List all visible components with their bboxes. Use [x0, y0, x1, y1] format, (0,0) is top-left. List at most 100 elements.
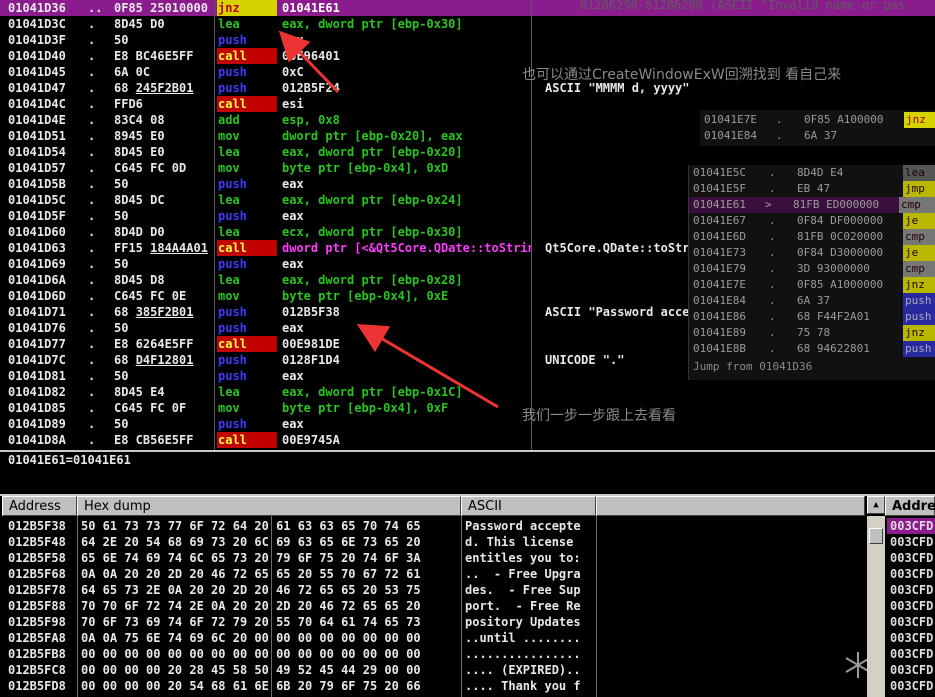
disasm-row[interactable]: 01041D60. 8D4D D0 lea ecx, dword ptr [ebp-0…	[0, 224, 532, 240]
stack-row[interactable]: 003CFD	[887, 598, 935, 614]
operand: 012B5F24	[282, 81, 340, 95]
disasm-row[interactable]: 01041D85. C645 FC 0F mov byte ptr [ebp-0x4]…	[0, 400, 532, 416]
disasm-row[interactable]: 01041D47. 68 245F2B01 push 012B5F24 ASCII "M…	[0, 80, 690, 96]
disasm-row[interactable]: 01041D57. C645 FC 0D mov byte ptr [ebp-0x4]…	[0, 160, 532, 176]
column-header-ascii[interactable]: ASCII	[461, 496, 596, 516]
stack-row[interactable]: 003CFD	[887, 646, 935, 662]
jump-marker: .	[88, 289, 96, 303]
overlay-marker: .	[769, 262, 776, 275]
instruction-address: 01041D63	[8, 241, 66, 255]
jump-marker: .	[88, 385, 96, 399]
disasm-row[interactable]: 01041D8A. E8 CB56E5FF call 00E9745A	[0, 432, 532, 448]
disasm-row[interactable]: 01041D5B. 50 push eax	[0, 176, 532, 192]
operand: dword ptr [ebp-0x20], eax	[282, 129, 463, 143]
mnemonic: push	[218, 81, 247, 95]
overlay-marker: .	[769, 166, 776, 179]
disasm-row[interactable]: 01041D89. 50 push eax	[0, 416, 532, 432]
stack-row[interactable]: 003CFD	[887, 518, 935, 534]
column-header-hex[interactable]: Hex dump	[77, 496, 461, 516]
dump-hex-bytes: 70 6F 73 69 74 6F 72 79 20 55 70 64 61 7…	[81, 615, 421, 629]
instruction-bytes: 50	[114, 321, 129, 335]
hex-dump-row[interactable]: 012B5F38 50 61 73 73 77 6F 72 64 20 61 63…	[0, 518, 596, 534]
instruction-address: 01041D6D	[8, 289, 66, 303]
mnemonic: jnz	[217, 0, 277, 16]
disasm-row[interactable]: 01041D77. E8 6264E5FF call 00E981DE	[0, 336, 532, 352]
hex-dump-row[interactable]: 012B5F58 65 6E 74 69 74 6C 65 73 20 79 6F…	[0, 550, 596, 566]
disasm-row[interactable]: 01041D69. 50 push eax	[0, 256, 532, 272]
operand: eax	[282, 417, 304, 431]
hex-dump-row[interactable]: 012B5FC8 00 00 00 00 20 28 45 58 50 49 52…	[0, 662, 596, 678]
stack-row[interactable]: 003CFD	[887, 582, 935, 598]
dump-address: 012B5F98	[8, 615, 66, 629]
hex-dump-pane[interactable]: Address Hex dump ASCII 012B5F38 50 61 73 …	[0, 496, 885, 697]
overlay-mnemonic: je	[903, 245, 935, 261]
overlay-address: 01041E61	[693, 198, 746, 211]
disasm-row[interactable]: 01041D51. 8945 E0 mov dword ptr [ebp-0x20],…	[0, 128, 532, 144]
overlay-row: 01041E89. 75 78 jnz	[693, 325, 935, 341]
disasm-row[interactable]: 01041D63. FF15 184A4A01 call dword ptr [<&Q…	[0, 240, 711, 256]
dump-address: 012B5FB8	[8, 647, 66, 661]
disasm-row[interactable]: 01041D76. 50 push eax	[0, 320, 532, 336]
hex-dump-row[interactable]: 012B5F98 70 6F 73 69 74 6F 72 79 20 55 70…	[0, 614, 596, 630]
hex-dump-row[interactable]: 012B5F68 0A 0A 20 20 2D 20 46 72 65 65 20…	[0, 566, 596, 582]
disasm-row[interactable]: 01041D5F. 50 push eax	[0, 208, 532, 224]
disasm-row[interactable]: 01041D7C. 68 D4F12801 push 0128F1D4 UNICODE …	[0, 352, 624, 368]
overlay-row: 01041E73. 0F84 D3000000 je	[693, 245, 935, 261]
mnemonic: lea	[218, 145, 240, 159]
stack-row[interactable]: 003CFD	[887, 678, 935, 694]
overlay-address: 01041E84	[693, 294, 746, 307]
overlay-bytes: 75 78	[797, 326, 831, 339]
hex-dump-row[interactable]: 012B5FD8 00 00 00 00 20 54 68 61 6E 6B 20…	[0, 678, 596, 694]
column-header-address[interactable]: Address	[2, 496, 77, 516]
disasm-row[interactable]: 01041D3C. 8D45 D0 lea eax, dword ptr [ebp-0…	[0, 16, 532, 32]
jump-marker: ..	[88, 1, 103, 15]
instruction-address: 01041D51	[8, 129, 66, 143]
hex-dump-row[interactable]: 012B5FB8 00 00 00 00 00 00 00 00 00 00 00…	[0, 646, 596, 662]
stack-row[interactable]: 003CFD	[887, 534, 935, 550]
dump-address: 012B5FA8	[8, 631, 66, 645]
disasm-row[interactable]: 01041D6A. 8D45 D8 lea eax, dword ptr [ebp-0…	[0, 272, 532, 288]
scroll-up-button[interactable]: ▲	[867, 496, 885, 514]
vertical-scrollbar[interactable]: ▲	[867, 496, 885, 697]
jump-marker: .	[88, 33, 96, 47]
stack-row[interactable]: 003CFD	[887, 630, 935, 646]
hex-dump-row[interactable]: 012B5F78 64 65 73 2E 0A 20 20 2D 20 46 72…	[0, 582, 596, 598]
stack-row[interactable]: 003CFD	[887, 614, 935, 630]
disasm-row[interactable]: 01041D3F. 50 push eax	[0, 32, 532, 48]
disasm-row[interactable]: 01041D40. E8 BC46E5FF call 00E96401	[0, 48, 532, 64]
hex-dump-row[interactable]: 012B5FA8 0A 0A 75 6E 74 69 6C 20 00 00 00…	[0, 630, 596, 646]
dump-address: 012B5F38	[8, 519, 66, 533]
disasm-row[interactable]: 01041D54. 8D45 E0 lea eax, dword ptr [ebp-0…	[0, 144, 532, 160]
disasm-row[interactable]: 01041D81. 50 push eax	[0, 368, 532, 384]
disasm-row[interactable]: 01041D71. 68 385F2B01 push 012B5F38 ASCII "P…	[0, 304, 899, 320]
overlay-mnemonic: je	[903, 213, 935, 229]
column-header-stack-address[interactable]: Address	[885, 496, 935, 516]
hex-dump-row[interactable]: 012B5F88 70 70 6F 72 74 2E 0A 20 20 2D 20…	[0, 598, 596, 614]
disasm-row[interactable]: 01041D4C. FFD6 call esi	[0, 96, 532, 112]
disasm-row[interactable]: 01041D4E. 83C4 08 add esp, 0x8	[0, 112, 532, 128]
instruction-address: 01041D60	[8, 225, 66, 239]
operand: eax, dword ptr [ebp-0x28]	[282, 273, 463, 287]
overlay-bytes: 6A 37	[804, 129, 838, 142]
stack-row[interactable]: 003CFD	[887, 662, 935, 678]
disassembly-pane[interactable]: 01041D36.. 0F85 25010000 jnz 01041E61 01041D…	[0, 0, 935, 450]
jump-marker: .	[88, 337, 96, 351]
instruction-address: 01041D36	[8, 1, 66, 15]
instruction-bytes: 8D4D D0	[114, 225, 165, 239]
instruction-bytes: FFD6	[114, 97, 143, 111]
stack-row[interactable]: 003CFD	[887, 566, 935, 582]
disasm-row[interactable]: 01041D45. 6A 0C push 0xC	[0, 64, 532, 80]
mnemonic: push	[218, 417, 247, 431]
scrollbar-thumb[interactable]	[869, 528, 883, 544]
mnemonic: lea	[218, 193, 240, 207]
hex-dump-row[interactable]: 012B5F48 64 2E 20 54 68 69 73 20 6C 69 63…	[0, 534, 596, 550]
operand: byte ptr [ebp-0x4], 0xD	[282, 161, 449, 175]
overlay-row: 01041E84. 6A 37 push	[693, 293, 935, 309]
disasm-row[interactable]: 01041D5C. 8D45 DC lea eax, dword ptr [ebp-0…	[0, 192, 532, 208]
stack-pane[interactable]: Address ▲ 003CFD003CFD003CFD003CFD003CFD…	[867, 496, 935, 697]
disasm-row[interactable]: 01041D6D. C645 FC 0E mov byte ptr [ebp-0x4]…	[0, 288, 532, 304]
stack-row[interactable]: 003CFD	[887, 550, 935, 566]
overlay-address: 01041E67	[693, 214, 746, 227]
instruction-address: 01041D3F	[8, 33, 66, 47]
disasm-row[interactable]: 01041D82. 8D45 E4 lea eax, dword ptr [ebp-0…	[0, 384, 532, 400]
